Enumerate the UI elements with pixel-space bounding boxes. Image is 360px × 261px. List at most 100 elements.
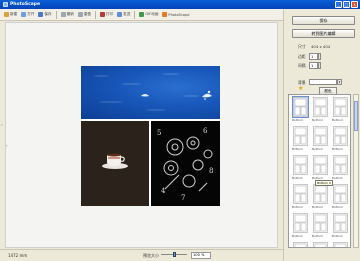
maximize-button[interactable]: □ bbox=[343, 1, 350, 8]
layout-thumbnail[interactable] bbox=[333, 242, 348, 247]
minimize-button[interactable]: _ bbox=[335, 1, 342, 8]
size-label: 尺寸 bbox=[298, 44, 306, 49]
edit-image-button[interactable]: 转到图片编辑 bbox=[292, 29, 355, 38]
layout-thumbnail[interactable] bbox=[293, 242, 308, 247]
layout-scrollbar[interactable] bbox=[353, 94, 359, 248]
toolbar-item-email[interactable]: 发送 bbox=[116, 10, 131, 19]
layout-name: Bottom bbox=[332, 118, 344, 122]
toolbar-item-label: GIF动画 bbox=[145, 12, 159, 16]
layout-thumbnail[interactable] bbox=[313, 213, 328, 233]
dropdown-arrow-icon[interactable]: ▾ bbox=[337, 79, 342, 85]
layout-preview-art bbox=[314, 98, 327, 116]
svg-text:7: 7 bbox=[181, 194, 185, 202]
layout-thumbnail[interactable] bbox=[293, 126, 308, 146]
redo-icon bbox=[77, 12, 83, 17]
layout-preview-art bbox=[294, 98, 307, 116]
layout-item[interactable]: Bottom bbox=[291, 126, 310, 153]
layout-item[interactable]: Bottom bbox=[291, 155, 310, 182]
photo-gears[interactable]: 658 47 bbox=[151, 121, 220, 206]
layout-item[interactable]: Bottom bbox=[331, 184, 350, 211]
layout-thumbnail[interactable] bbox=[333, 213, 348, 233]
toolbar-separator bbox=[134, 10, 136, 19]
sea-photo-art bbox=[93, 73, 212, 111]
toolbar-item-redo[interactable]: 重做 bbox=[77, 10, 92, 19]
side-arrow-icon[interactable]: ‹ bbox=[1, 122, 5, 130]
title-bar: PhotoScape _ □ x bbox=[0, 0, 360, 9]
zoom-slider[interactable] bbox=[161, 252, 187, 257]
layout-thumbnail[interactable] bbox=[293, 213, 308, 233]
photo-coffee[interactable] bbox=[81, 121, 149, 206]
open-icon bbox=[21, 12, 27, 17]
layout-thumbnail[interactable] bbox=[313, 155, 328, 175]
photo-sea[interactable] bbox=[81, 66, 220, 119]
layout-thumbnail[interactable] bbox=[333, 184, 348, 204]
toolbar-item-print[interactable]: 打印 bbox=[99, 10, 114, 19]
layout-preview-art bbox=[334, 156, 347, 174]
margin-stepper[interactable] bbox=[318, 53, 321, 60]
layout-item[interactable]: Bottom bbox=[311, 184, 330, 211]
layout-item[interactable]: Bottom bbox=[291, 184, 310, 211]
toolbar-item-undo[interactable]: 撤销 bbox=[60, 10, 75, 19]
toolbar-separator bbox=[55, 10, 57, 19]
layout-item[interactable]: Bottom bbox=[331, 97, 350, 124]
layout-name: Bottom bbox=[312, 205, 324, 209]
zoom-value-field[interactable]: 100 % bbox=[191, 252, 211, 259]
background-color-swatch[interactable] bbox=[309, 79, 337, 85]
layout-thumbnail[interactable] bbox=[313, 97, 328, 117]
layout-preview-art bbox=[314, 185, 327, 203]
close-button[interactable]: x bbox=[351, 1, 358, 8]
toolbar-item-label: 撤销 bbox=[66, 12, 74, 16]
layout-thumbnail[interactable] bbox=[333, 155, 348, 175]
zoom-label: 预览大小 bbox=[143, 252, 159, 258]
app-icon bbox=[3, 2, 8, 7]
layout-name: Bottom bbox=[332, 234, 344, 238]
layout-item[interactable]: Bottom bbox=[331, 126, 350, 153]
layout-name: Bottom bbox=[292, 234, 304, 238]
layout-preview-art bbox=[334, 98, 347, 116]
layout-thumbnail[interactable] bbox=[293, 155, 308, 175]
layout-thumbnail[interactable] bbox=[333, 97, 348, 117]
layout-thumbnail[interactable] bbox=[293, 184, 308, 204]
layout-name: Bottom bbox=[312, 234, 324, 238]
toolbar-item-photoscape[interactable]: PhotoScape bbox=[161, 10, 190, 19]
layout-thumbnail[interactable] bbox=[313, 184, 328, 204]
layout-preview-art bbox=[314, 156, 327, 174]
layout-item[interactable]: Bottom bbox=[311, 242, 330, 247]
layout-item[interactable]: Bottom bbox=[311, 213, 330, 240]
toolbar-item-label: 发送 bbox=[123, 12, 131, 16]
toolbar-item-new[interactable]: 新建 bbox=[3, 10, 18, 19]
save-icon bbox=[38, 12, 44, 17]
layout-preview-art bbox=[334, 243, 347, 247]
toolbar-item-save[interactable]: 保存 bbox=[37, 10, 52, 19]
layout-item[interactable]: Bottom bbox=[331, 242, 350, 247]
scrollbar-thumb[interactable] bbox=[354, 101, 358, 131]
layout-item[interactable]: Bottom bbox=[311, 126, 330, 153]
email-icon bbox=[117, 12, 123, 17]
toolbar-item-open[interactable]: 打开 bbox=[20, 10, 35, 19]
layout-item[interactable]: Bottom bbox=[291, 242, 310, 247]
layout-item[interactable]: Bottom bbox=[311, 97, 330, 124]
layout-thumbnail[interactable] bbox=[313, 126, 328, 146]
layout-thumbnail[interactable] bbox=[313, 242, 328, 247]
save-button[interactable]: 保存 bbox=[292, 16, 355, 25]
layout-name: Bottom bbox=[292, 176, 304, 180]
layout-item[interactable]: Bottom bbox=[291, 96, 310, 124]
zoom-slider-thumb[interactable] bbox=[172, 252, 176, 257]
toolbar-item-label: 打开 bbox=[27, 12, 35, 16]
layout-item[interactable]: Bottom bbox=[331, 213, 350, 240]
new-icon bbox=[4, 12, 9, 17]
layout-thumbnail[interactable] bbox=[333, 126, 348, 146]
layout-item[interactable]: Bottom bbox=[311, 155, 330, 182]
collage-preview[interactable]: 658 47 bbox=[81, 66, 220, 206]
layout-item[interactable]: Bottom bbox=[331, 155, 350, 182]
collapse-handle-icon[interactable]: ‹ bbox=[6, 143, 10, 151]
toolbar-item-gif[interactable]: GIF动画 bbox=[138, 10, 159, 19]
svg-text:6: 6 bbox=[203, 127, 208, 135]
layout-thumbnail[interactable] bbox=[292, 96, 309, 118]
spacing-stepper[interactable] bbox=[318, 62, 321, 69]
layout-name: Bottom bbox=[332, 147, 344, 151]
layout-item[interactable]: Bottom bbox=[291, 213, 310, 240]
coffee-cup-art bbox=[102, 153, 128, 169]
margin-field[interactable]: 1 bbox=[309, 53, 318, 60]
spacing-field[interactable]: 1 bbox=[309, 62, 318, 69]
